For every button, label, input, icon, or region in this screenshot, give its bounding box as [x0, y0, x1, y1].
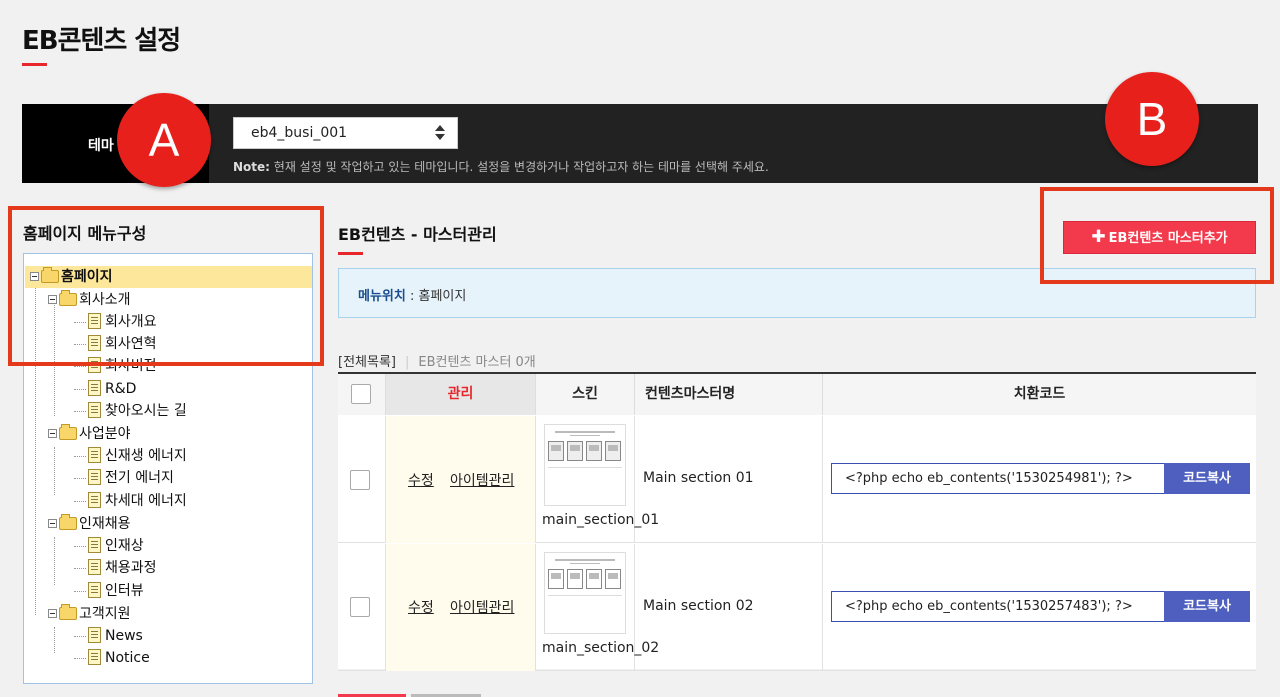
header-master-name: 컨텐츠마스터명 — [635, 374, 823, 415]
row-check-cell — [338, 416, 386, 543]
select-all-checkbox[interactable] — [351, 384, 371, 404]
tree-toggle-icon[interactable] — [48, 518, 57, 528]
tree-item-label: 신재생 에너지 — [105, 448, 187, 464]
edit-link[interactable]: 수정 — [408, 470, 434, 490]
list-count: EB컨텐츠 마스터 0개 — [418, 355, 536, 370]
skin-thumbnail-image — [544, 552, 626, 634]
divider: | — [404, 355, 410, 370]
row-manage-cell: 수정 아이템관리 — [386, 544, 536, 671]
tree-group-label: 인재채용 — [79, 516, 131, 532]
tree-item-label: R&D — [105, 381, 137, 397]
header-code: 치환코드 — [823, 374, 1256, 415]
edit-link[interactable]: 수정 — [408, 597, 434, 617]
tree-item-label: 인재상 — [105, 538, 144, 554]
skin-thumbnail-image — [544, 424, 626, 506]
table-header: 관리 스킨 컨텐츠마스터명 치환코드 — [338, 374, 1256, 415]
theme-label: 테마 — [88, 138, 114, 154]
row-manage-cell: 수정 아이템관리 — [386, 416, 536, 543]
page-title: EB콘텐츠 설정 — [22, 26, 181, 56]
row-code-cell: <?php echo eb_contents('1530257483'); ?>… — [823, 544, 1256, 671]
replace-code-field[interactable]: <?php echo eb_contents('1530254981'); ?> — [831, 463, 1165, 494]
document-icon — [88, 447, 101, 463]
header-skin: 스킨 — [536, 374, 635, 415]
tree-item-label: Notice — [105, 650, 150, 666]
section-title: EB컨텐츠 - 마스터관리 — [338, 225, 497, 244]
tree-group-recruit[interactable]: 인재채용 — [48, 513, 131, 535]
list-all-link[interactable]: [전체목록] — [338, 355, 396, 370]
title-underline — [22, 63, 47, 66]
copy-code-button[interactable]: 코드복사 — [1164, 463, 1250, 494]
tree-item[interactable]: Notice — [74, 647, 150, 669]
menu-location-value: : 홈페이지 — [405, 289, 467, 304]
select-arrows-icon — [435, 124, 445, 142]
master-name: Main section 02 — [643, 598, 754, 614]
item-manage-link[interactable]: 아이템관리 — [450, 470, 514, 490]
header-checkbox-cell — [338, 374, 386, 415]
list-summary: [전체목록] | EB컨텐츠 마스터 0개 — [338, 351, 536, 370]
table-row: 수정 아이템관리 main_section_01 Main section 01… — [338, 416, 1256, 543]
item-manage-link[interactable]: 아이템관리 — [450, 597, 514, 617]
document-icon — [88, 402, 101, 418]
document-icon — [88, 537, 101, 553]
row-checkbox[interactable] — [350, 597, 370, 617]
row-skin-cell: main_section_02 — [536, 544, 659, 671]
tree-item-label: 인터뷰 — [105, 583, 144, 599]
folder-icon — [59, 603, 77, 620]
theme-note-text: 현재 설정 및 작업하고 있는 테마입니다. 설정을 변경하거나 작업하고자 하… — [269, 160, 769, 174]
row-skin-cell: main_section_01 — [536, 416, 659, 543]
folder-icon — [59, 513, 77, 530]
annotation-badge-b: B — [1105, 72, 1199, 166]
tree-item[interactable]: R&D — [74, 378, 136, 400]
tree-toggle-icon[interactable] — [48, 608, 57, 618]
theme-select[interactable]: eb4_busi_001 — [233, 117, 458, 149]
section-underline — [338, 252, 363, 255]
tree-item-label: News — [105, 628, 143, 644]
document-icon — [88, 469, 101, 485]
tree-item[interactable]: News — [74, 625, 143, 647]
tree-group-label: 사업분야 — [79, 426, 131, 442]
row-name-cell: Main section 02 — [635, 544, 823, 671]
row-code-cell: <?php echo eb_contents('1530254981'); ?>… — [823, 416, 1256, 543]
master-table: 관리 스킨 컨텐츠마스터명 치환코드 수정 아이템관리 main_section… — [338, 372, 1256, 671]
highlight-box-a — [8, 206, 324, 366]
document-icon — [88, 380, 101, 396]
tree-item[interactable]: 채용과정 — [74, 557, 157, 579]
tree-item[interactable]: 전기 에너지 — [74, 467, 174, 489]
tree-item[interactable]: 인재상 — [74, 535, 144, 557]
theme-note-label: Note: — [233, 160, 270, 174]
master-name: Main section 01 — [643, 470, 754, 486]
tree-group-support[interactable]: 고객지원 — [48, 603, 131, 625]
theme-note: Note: 현재 설정 및 작업하고 있는 테마입니다. 설정을 변경하거나 작… — [233, 158, 769, 175]
tree-item-label: 전기 에너지 — [105, 470, 174, 486]
document-icon — [88, 627, 101, 643]
tree-group-label: 고객지원 — [79, 606, 131, 622]
folder-icon — [59, 423, 77, 440]
tree-item-label: 차세대 에너지 — [105, 493, 187, 509]
tree-item[interactable]: 신재생 에너지 — [74, 445, 187, 467]
menu-location-label: 메뉴위치 — [358, 289, 406, 304]
tree-item-label: 채용과정 — [105, 560, 157, 576]
document-icon — [88, 559, 101, 575]
row-name-cell: Main section 01 — [635, 416, 823, 543]
tree-item[interactable]: 차세대 에너지 — [74, 490, 187, 512]
replace-code-field[interactable]: <?php echo eb_contents('1530257483'); ?> — [831, 591, 1165, 622]
tree-item-label: 찾아오시는 길 — [105, 403, 187, 419]
table-row: 수정 아이템관리 main_section_02 Main section 02… — [338, 544, 1256, 671]
highlight-box-b — [1040, 187, 1274, 284]
document-icon — [88, 492, 101, 508]
row-checkbox[interactable] — [350, 470, 370, 490]
tree-toggle-icon[interactable] — [48, 428, 57, 438]
document-icon — [88, 649, 101, 665]
annotation-badge-a: A — [117, 93, 211, 187]
theme-select-value: eb4_busi_001 — [251, 125, 348, 141]
document-icon — [88, 582, 101, 598]
tree-item[interactable]: 인터뷰 — [74, 580, 144, 602]
copy-code-button[interactable]: 코드복사 — [1164, 591, 1250, 622]
row-check-cell — [338, 544, 386, 671]
tree-group-business[interactable]: 사업분야 — [48, 423, 131, 445]
header-manage: 관리 — [386, 374, 536, 415]
menu-location: 메뉴위치 : 홈페이지 — [358, 285, 466, 304]
tree-item[interactable]: 찾아오시는 길 — [74, 400, 187, 422]
